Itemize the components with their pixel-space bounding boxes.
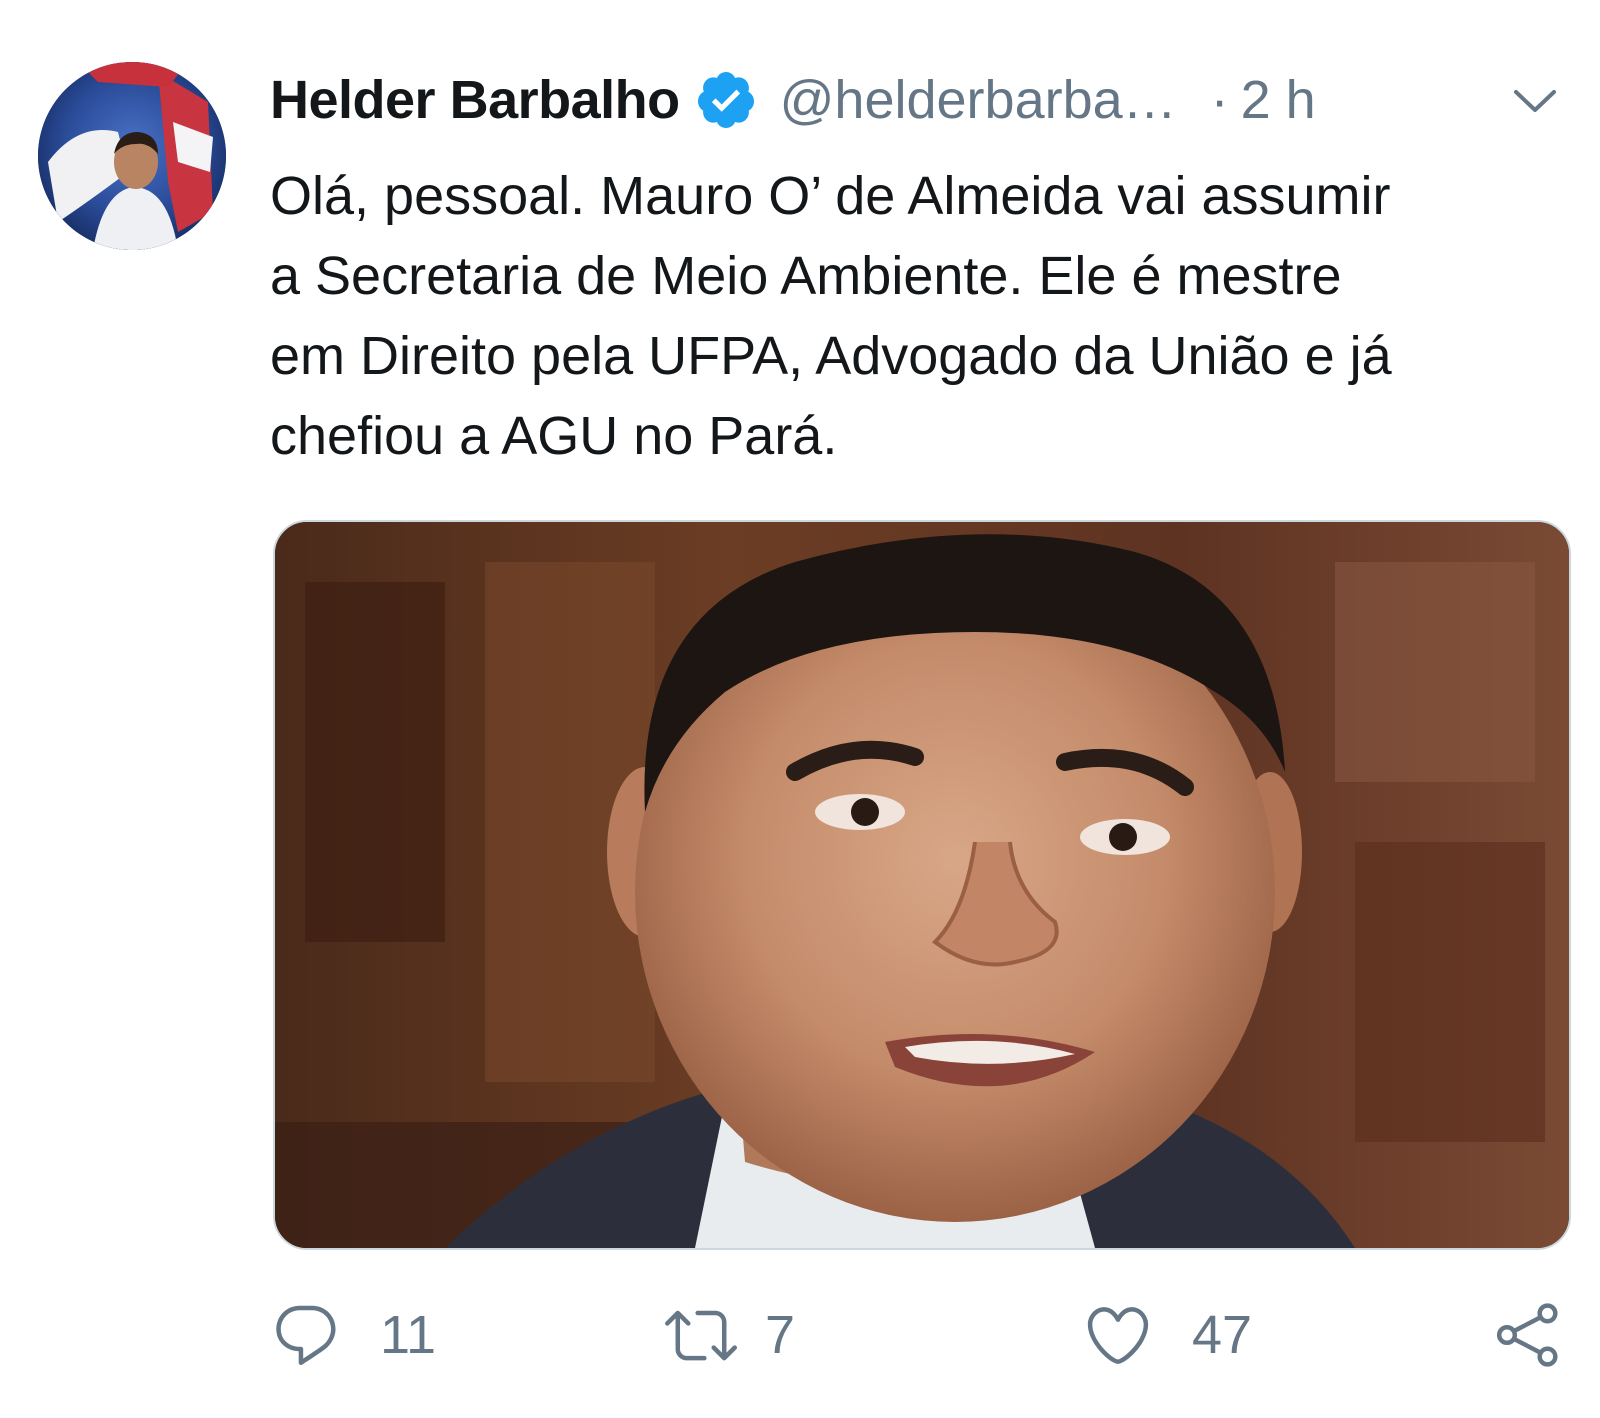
like-button[interactable]: 47 xyxy=(1082,1290,1252,1380)
like-count: 47 xyxy=(1192,1305,1253,1365)
avatar-photo xyxy=(38,62,226,250)
tweet-media[interactable] xyxy=(273,520,1571,1250)
separator-dot: · xyxy=(1210,70,1229,130)
chevron-down-icon[interactable] xyxy=(1510,84,1560,118)
reply-count: 11 xyxy=(380,1305,437,1365)
share-icon xyxy=(1496,1303,1558,1367)
retweet-count: 7 xyxy=(765,1305,796,1365)
reply-button[interactable]: 11 xyxy=(270,1290,436,1380)
retweet-icon xyxy=(665,1310,737,1361)
reply-icon xyxy=(276,1305,336,1365)
tweet-timestamp[interactable]: 2 h xyxy=(1241,69,1316,131)
tweet-text: Olá, pessoal. Mauro O’ de Almeida vai as… xyxy=(270,166,1392,466)
share-button[interactable] xyxy=(1492,1290,1564,1380)
retweet-button[interactable]: 7 xyxy=(665,1290,795,1380)
display-name[interactable]: Helder Barbalho xyxy=(270,69,680,131)
user-handle[interactable]: @helderbarba… xyxy=(780,69,1177,131)
tweet-header: Helder Barbalho @helderbarba… · 2 h xyxy=(270,62,1570,138)
heart-icon xyxy=(1087,1307,1149,1364)
verified-badge-icon xyxy=(697,72,754,128)
tweet-actions: 11 7 47 xyxy=(270,1290,1570,1380)
tweet-photo xyxy=(275,522,1569,1248)
avatar[interactable] xyxy=(38,62,226,250)
